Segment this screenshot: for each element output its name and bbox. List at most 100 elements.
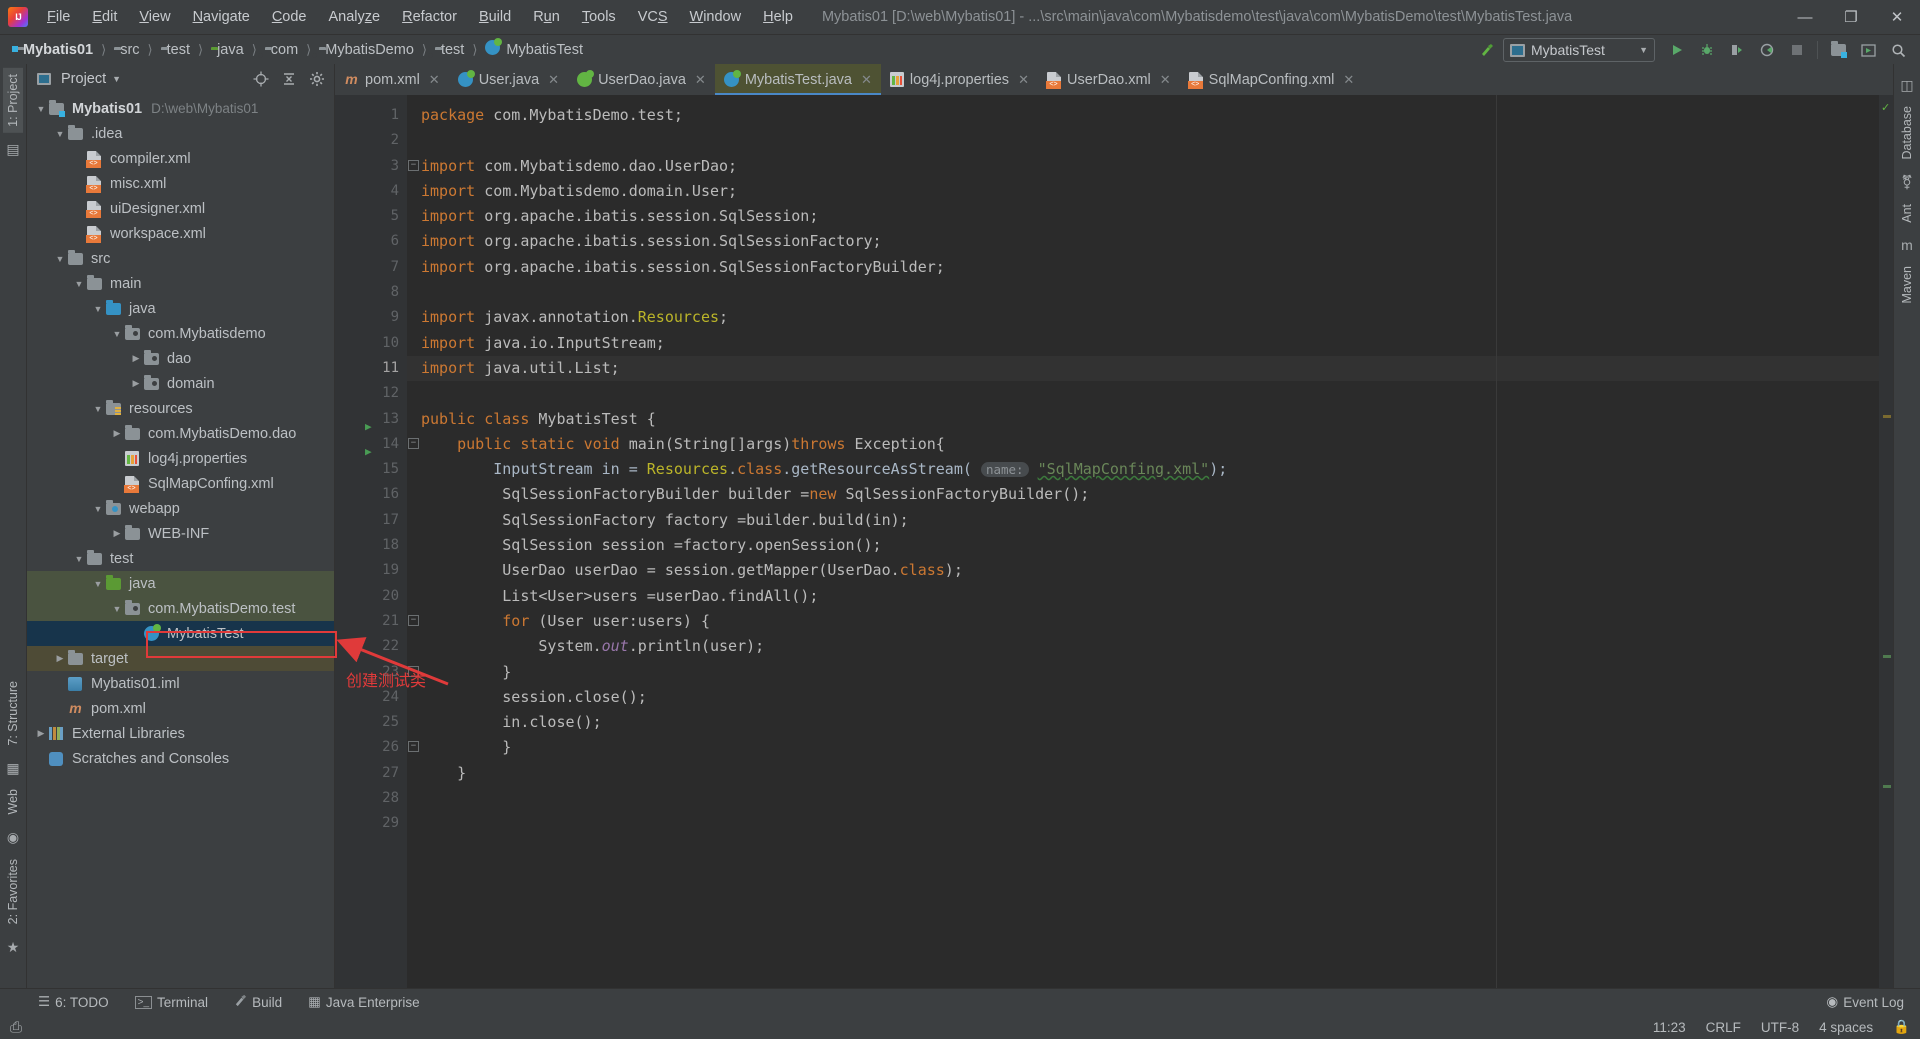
maven-icon[interactable]: m: [1898, 236, 1916, 254]
bottom-tab-todo[interactable]: ☰ 6: TODO: [34, 992, 113, 1012]
database-icon[interactable]: ◫: [1898, 76, 1916, 94]
tree-node-dao[interactable]: ▶ dao: [27, 346, 334, 371]
gutter-line[interactable]: 19: [335, 558, 407, 583]
gutter-line[interactable]: 15: [335, 457, 407, 482]
profile-icon[interactable]: [1753, 37, 1781, 63]
code-line[interactable]: [407, 811, 1893, 836]
line-separator[interactable]: CRLF: [1706, 1020, 1741, 1035]
editor-tab-mybatistest-java[interactable]: MybatisTest.java ✕: [714, 64, 882, 95]
editor-tab-bar[interactable]: m pom.xml ✕ User.java ✕ UserDao.java ✕ MybatisT…: [335, 64, 1893, 95]
menu-navigate[interactable]: Navigate: [182, 6, 261, 28]
open-project-icon[interactable]: [1824, 37, 1852, 63]
menu-refactor[interactable]: Refactor: [391, 6, 468, 28]
code-line[interactable]: }: [407, 660, 1893, 685]
menu-tools[interactable]: Tools: [571, 6, 627, 28]
gutter-line[interactable]: 16: [335, 482, 407, 507]
code-line[interactable]: import com.Mybatisdemo.domain.User;: [407, 179, 1893, 204]
close-icon[interactable]: ✕: [548, 72, 559, 88]
tree-node-sqlmapconfing-xml[interactable]: SqlMapConfing.xml: [27, 471, 334, 496]
gutter-line[interactable]: 8: [335, 280, 407, 305]
menu-help[interactable]: Help: [752, 6, 804, 28]
tree-node-java[interactable]: ▼ java: [27, 571, 334, 596]
gutter-line[interactable]: 18: [335, 533, 407, 558]
tree-node-src[interactable]: ▼ src: [27, 246, 334, 271]
tool-tab-web[interactable]: Web: [3, 783, 23, 820]
code-line[interactable]: [407, 786, 1893, 811]
chevron-down-icon[interactable]: ▼: [33, 104, 49, 114]
chevron-down-icon[interactable]: ▼: [90, 304, 106, 314]
bottom-tab-terminal[interactable]: >_ Terminal: [131, 993, 212, 1012]
gutter-line[interactable]: 12: [335, 381, 407, 406]
chevron-right-icon[interactable]: ▶: [52, 653, 68, 664]
code-line[interactable]: UserDao userDao = session.getMapper(User…: [407, 558, 1893, 583]
tree-node-test[interactable]: ▼ test: [27, 546, 334, 571]
run-configuration-selector[interactable]: MybatisTest ▼: [1503, 38, 1655, 62]
tree-node-domain[interactable]: ▶ domain: [27, 371, 334, 396]
tool-tab-project[interactable]: 1: Project: [3, 68, 23, 133]
breadcrumb-item-mybatisdemo[interactable]: MybatisDemo: [312, 41, 417, 59]
chevron-down-icon[interactable]: ▼: [112, 74, 121, 84]
code-line[interactable]: import java.util.List;: [407, 355, 1893, 382]
gutter-line[interactable]: 22: [335, 634, 407, 659]
code-line[interactable]: session.close();: [407, 685, 1893, 710]
bottom-tab-java-enterprise[interactable]: ▦ Java Enterprise: [304, 992, 424, 1012]
breadcrumb-item-mybatistest[interactable]: MybatisTest: [482, 38, 586, 60]
gutter-line[interactable]: 17: [335, 508, 407, 533]
code-line[interactable]: import com.Mybatisdemo.dao.UserDao;: [407, 154, 1893, 179]
close-icon[interactable]: ✕: [1343, 72, 1354, 88]
chevron-right-icon[interactable]: ▶: [128, 353, 144, 364]
chevron-down-icon[interactable]: ▼: [109, 329, 125, 339]
menu-vcs[interactable]: VCS: [627, 6, 679, 28]
tree-node-com-mybatisdemo-test[interactable]: ▼ com.MybatisDemo.test: [27, 596, 334, 621]
toggle-tool-windows-icon[interactable]: ⎙: [10, 1019, 22, 1036]
file-encoding[interactable]: UTF-8: [1761, 1020, 1799, 1035]
gutter-line[interactable]: 27: [335, 761, 407, 786]
chevron-down-icon[interactable]: ▼: [90, 404, 106, 414]
code-line[interactable]: List<User>users =userDao.findAll();: [407, 584, 1893, 609]
editor-tab-userdao-java[interactable]: UserDao.java ✕: [568, 64, 715, 95]
analyze-icon[interactable]: ▦: [4, 759, 22, 777]
gutter-line[interactable]: 5: [335, 204, 407, 229]
menu-run[interactable]: Run: [522, 6, 571, 28]
build-icon[interactable]: [1473, 37, 1501, 63]
error-stripe[interactable]: ✓: [1879, 95, 1893, 988]
menu-code[interactable]: Code: [261, 6, 318, 28]
menu-file[interactable]: File: [36, 6, 81, 28]
favorites-star-icon[interactable]: ★: [4, 938, 22, 956]
gutter-line[interactable]: −26: [335, 735, 419, 760]
menu-window[interactable]: Window: [679, 6, 753, 28]
tool-tab-structure[interactable]: 7: Structure: [3, 675, 23, 752]
close-icon[interactable]: ✕: [429, 72, 440, 88]
menu-edit[interactable]: Edit: [81, 6, 128, 28]
project-tree[interactable]: ▼ Mybatis01 D:\web\Mybatis01 ▼ .idea compiler…: [27, 94, 334, 988]
close-icon[interactable]: ✕: [1160, 72, 1171, 88]
chevron-down-icon[interactable]: ▼: [52, 254, 68, 264]
tree-node-mybatis01-iml[interactable]: Mybatis01.iml: [27, 671, 334, 696]
code-line[interactable]: import org.apache.ibatis.session.SqlSess…: [407, 255, 1893, 280]
gutter-line[interactable]: 2: [335, 128, 407, 153]
tool-tab-favorites[interactable]: 2: Favorites: [3, 853, 23, 930]
breadcrumb-item-com[interactable]: com: [257, 41, 301, 59]
chevron-down-icon[interactable]: ▼: [52, 129, 68, 139]
run-icon[interactable]: [1663, 37, 1691, 63]
tree-node-mybatistest[interactable]: MybatisTest: [27, 621, 334, 646]
maximize-button[interactable]: ❐: [1828, 0, 1874, 34]
code-line[interactable]: [407, 128, 1893, 153]
collapse-all-icon[interactable]: [278, 68, 300, 90]
chevron-down-icon[interactable]: ▼: [90, 579, 106, 589]
editor-code[interactable]: package com.MybatisDemo.test; import com.…: [407, 95, 1893, 988]
menu-build[interactable]: Build: [468, 6, 522, 28]
breadcrumb-item-test[interactable]: test: [158, 41, 193, 59]
tree-node-target[interactable]: ▶ target: [27, 646, 334, 671]
chevron-down-icon[interactable]: ▼: [71, 554, 87, 564]
structure-small-icon[interactable]: ▤: [4, 141, 22, 159]
code-line[interactable]: import org.apache.ibatis.session.SqlSess…: [407, 229, 1893, 254]
gutter-line[interactable]: 9: [335, 305, 407, 330]
gutter-line[interactable]: 7: [335, 255, 407, 280]
code-editor[interactable]: 12−345678910−1112▶13▶−14151617181920−212…: [335, 95, 1893, 988]
gutter-line[interactable]: 6: [335, 229, 407, 254]
update-project-icon[interactable]: [1854, 37, 1882, 63]
gutter-line[interactable]: −3: [335, 154, 419, 179]
code-line[interactable]: SqlSessionFactoryBuilder builder =new Sq…: [407, 482, 1893, 507]
event-log-button[interactable]: ◉ Event Log: [1822, 992, 1908, 1012]
